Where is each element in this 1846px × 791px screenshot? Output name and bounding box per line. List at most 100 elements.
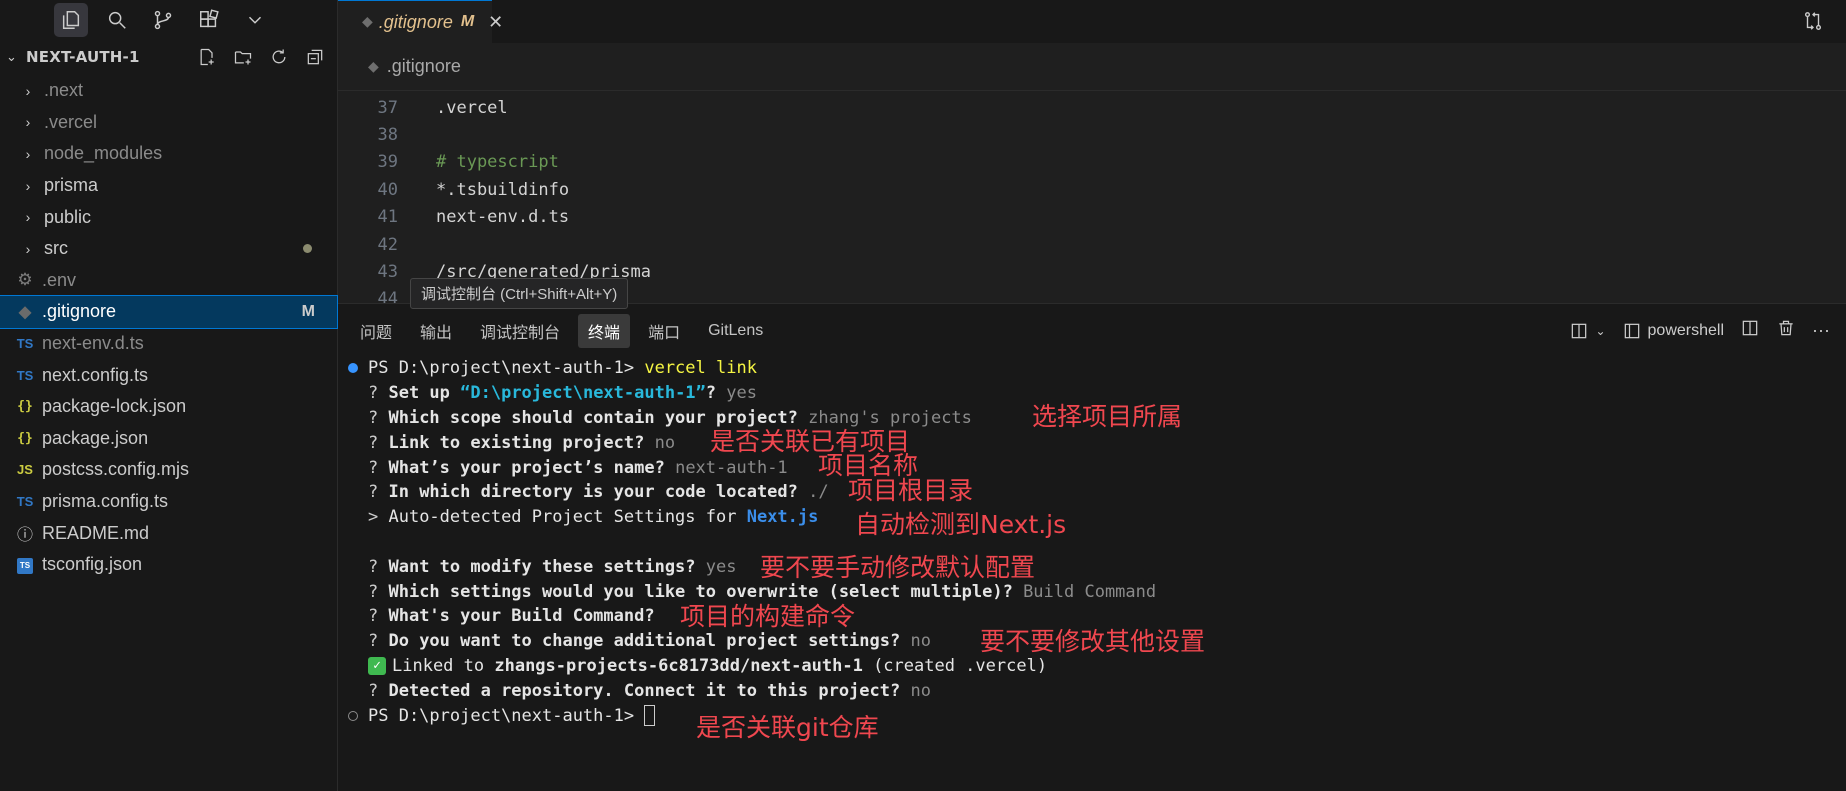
- answer: ./: [808, 482, 829, 503]
- tree-file-env[interactable]: ⚙ .env: [0, 265, 337, 297]
- command-decoration[interactable]: [338, 710, 368, 721]
- bottom-panel: 问题 输出 调试控制台 终端 端口 GitLens ⌄ powershell ·…: [338, 303, 1846, 791]
- answer: no: [910, 680, 931, 701]
- tab-debug-console[interactable]: 调试控制台: [470, 314, 570, 348]
- prompt-question: Detected a repository. Connect it to thi…: [388, 680, 901, 701]
- tab-label: .gitignore: [378, 11, 453, 32]
- framework-name: Next.js: [746, 507, 819, 528]
- tree-file-postcss-config[interactable]: JS postcss.config.mjs: [0, 454, 337, 486]
- ts-icon: TS: [16, 336, 34, 352]
- tab-problems[interactable]: 问题: [350, 314, 402, 348]
- prompt-question: Want to modify these settings?: [388, 556, 696, 577]
- info-text: Auto-detected Project Settings for: [388, 507, 747, 528]
- line-text: .vercel: [436, 97, 508, 118]
- terminal-line: ? In which directory is your code locate…: [368, 482, 829, 503]
- line-number: 43: [377, 262, 398, 283]
- new-terminal-dropdown[interactable]: ⌄: [1569, 321, 1606, 341]
- files-icon[interactable]: [54, 3, 88, 37]
- tree-folder-vercel[interactable]: › .vercel: [0, 107, 337, 139]
- annotation-modify: 要不要手动修改默认配置: [760, 553, 1036, 582]
- editor-tabbar: ◆ .gitignore M ✕: [338, 0, 1846, 43]
- tree-folder-src[interactable]: › src: [0, 233, 337, 265]
- tree-folder-next[interactable]: › .next: [0, 75, 337, 107]
- tab-output[interactable]: 输出: [410, 314, 462, 348]
- tree-file-package[interactable]: {} package.json: [0, 423, 337, 455]
- checkmark-icon: ✓: [368, 656, 386, 675]
- explorer-sidebar: ⌄ NEXT-AUTH-1 › .next › .vercel › node_m…: [0, 0, 338, 791]
- answer: next-auth-1: [675, 457, 788, 478]
- new-folder-icon[interactable]: [230, 44, 256, 70]
- tab-gitignore[interactable]: ◆ .gitignore M ✕: [338, 0, 503, 43]
- line-number: 37: [377, 97, 398, 118]
- tree-item-label: next.config.ts: [42, 364, 149, 385]
- line-number: 41: [377, 207, 398, 228]
- split-icon[interactable]: [1740, 318, 1760, 343]
- tree-file-prisma-config[interactable]: TS prisma.config.ts: [0, 486, 337, 518]
- chevron-right-icon: ›: [25, 209, 31, 226]
- tsconfig-icon: TS: [14, 556, 36, 574]
- modified-dot: [303, 244, 312, 254]
- git-icon: ◆: [362, 14, 373, 30]
- tree-file-gitignore[interactable]: ◆ .gitignore M: [0, 295, 338, 329]
- terminal-line: ? Want to modify these settings? yes: [368, 556, 737, 577]
- activity-bar: [0, 0, 337, 40]
- tree-folder-prisma[interactable]: › prisma: [0, 170, 337, 202]
- tree-folder-node-modules[interactable]: › node_modules: [0, 138, 337, 170]
- new-file-icon[interactable]: [194, 44, 220, 70]
- command-decoration[interactable]: [338, 363, 368, 374]
- chevron-down-icon: ⌄: [6, 49, 17, 65]
- editor-area: ◆ .gitignore M ✕ ◆ .gitignore 37 .vercel …: [338, 0, 1846, 309]
- tsconfig-icon-text: TS: [17, 557, 33, 574]
- code-line: 37 .vercel: [338, 94, 1846, 121]
- chevron-down-icon: ⌄: [1595, 323, 1606, 338]
- prompt-question: Link to existing project?: [388, 432, 645, 453]
- tree-folder-public[interactable]: › public: [0, 201, 337, 233]
- prompt-question: In which directory is your code located?: [388, 482, 798, 503]
- chevron-down-icon[interactable]: [238, 3, 272, 37]
- explorer-header[interactable]: ⌄ NEXT-AUTH-1: [0, 42, 337, 72]
- line-text: next-env.d.ts: [436, 207, 570, 228]
- terminal-cursor: [644, 705, 656, 727]
- prompt-question: Set up: [388, 383, 461, 404]
- tab-gitlens[interactable]: GitLens: [698, 317, 773, 345]
- answer: no: [654, 432, 676, 453]
- tab-terminal[interactable]: 终端: [578, 314, 631, 348]
- annotation-additional: 要不要修改其他设置: [980, 627, 1206, 656]
- trash-icon[interactable]: [1776, 318, 1796, 343]
- close-icon[interactable]: ✕: [488, 12, 503, 33]
- tree-file-package-lock[interactable]: {} package-lock.json: [0, 391, 337, 423]
- tree-file-readme[interactable]: ⓘ README.md: [0, 517, 337, 549]
- terminal-shell-selector[interactable]: powershell: [1622, 321, 1724, 341]
- code-line: 40 *.tsbuildinfo: [338, 176, 1846, 203]
- split-terminal-icon: [1572, 323, 1587, 338]
- line-number: 42: [377, 234, 398, 255]
- modified-badge: M: [460, 13, 475, 30]
- git-icon: ◆: [368, 58, 379, 75]
- file-tree: › .next › .vercel › node_modules › prism…: [0, 75, 338, 581]
- source-control-icon[interactable]: [146, 3, 180, 37]
- tab-ports[interactable]: 端口: [638, 314, 690, 348]
- answer: yes: [705, 556, 737, 577]
- compare-changes-icon[interactable]: [1802, 10, 1824, 36]
- ts-icon: TS: [16, 367, 34, 383]
- more-icon[interactable]: ···: [1812, 320, 1830, 341]
- panel-tab-tooltip: 调试控制台 (Ctrl+Shift+Alt+Y): [410, 278, 629, 309]
- extensions-icon[interactable]: [192, 3, 226, 37]
- tree-item-label: package-lock.json: [42, 396, 187, 417]
- tree-file-tsconfig[interactable]: TS tsconfig.json: [0, 549, 337, 581]
- tree-file-next-config[interactable]: TS next.config.ts: [0, 359, 337, 391]
- tree-item-label: public: [44, 206, 92, 227]
- refresh-icon[interactable]: [266, 44, 292, 70]
- collapse-all-icon[interactable]: [302, 44, 328, 70]
- search-icon[interactable]: [100, 3, 134, 37]
- prompt: PS D:\project\next-auth-1>: [368, 358, 645, 379]
- tree-file-next-env[interactable]: TS next-env.d.ts: [0, 328, 337, 360]
- breadcrumb[interactable]: ◆ .gitignore: [338, 43, 1846, 91]
- tree-item-label: .env: [42, 269, 77, 290]
- chevron-right-icon: ›: [25, 82, 31, 99]
- chevron-right-icon: ›: [25, 177, 31, 194]
- terminal-line: PS D:\project\next-auth-1> vercel link: [338, 356, 1846, 381]
- tree-item-label: postcss.config.mjs: [42, 459, 190, 480]
- info-text: Linked to: [392, 655, 495, 676]
